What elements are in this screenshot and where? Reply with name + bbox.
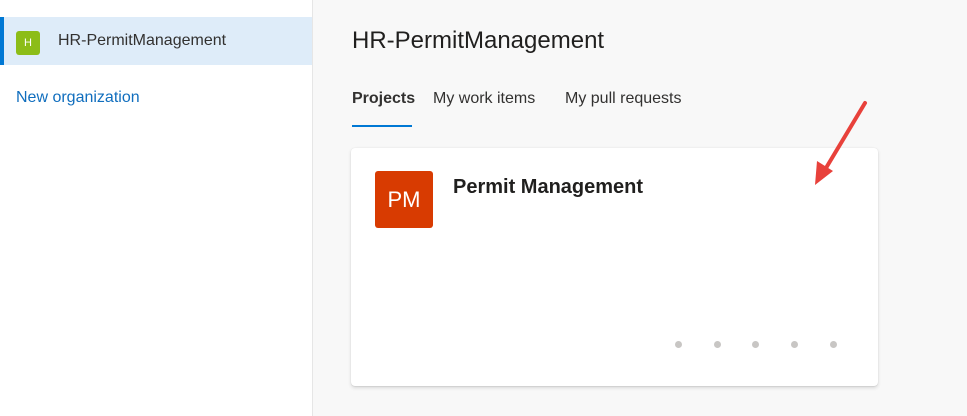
new-organization-link[interactable]: New organization xyxy=(16,89,140,107)
loading-dot xyxy=(714,341,721,348)
sidebar: H HR-PermitManagement New organization xyxy=(0,0,313,416)
project-name[interactable]: Permit Management xyxy=(453,176,643,199)
loading-dot xyxy=(830,341,837,348)
loading-dot xyxy=(675,341,682,348)
tab-my-work-items[interactable]: My work items xyxy=(433,90,535,108)
organization-name: HR-PermitManagement xyxy=(58,32,227,49)
organization-avatar: H xyxy=(16,31,40,55)
tab-my-pull-requests[interactable]: My pull requests xyxy=(565,90,682,108)
project-loading-dots xyxy=(675,341,845,351)
sidebar-item-organization[interactable]: H HR-PermitManagement xyxy=(0,17,312,65)
project-card[interactable]: PM Permit Management xyxy=(351,148,878,386)
arrow-icon xyxy=(815,101,867,185)
selected-indicator xyxy=(0,17,4,65)
loading-dot xyxy=(752,341,759,348)
tab-projects[interactable]: Projects xyxy=(352,90,415,108)
page-title: HR-PermitManagement xyxy=(352,27,605,54)
selected-tab-underline xyxy=(352,125,412,127)
project-avatar: PM xyxy=(375,171,433,228)
loading-dot xyxy=(791,341,798,348)
